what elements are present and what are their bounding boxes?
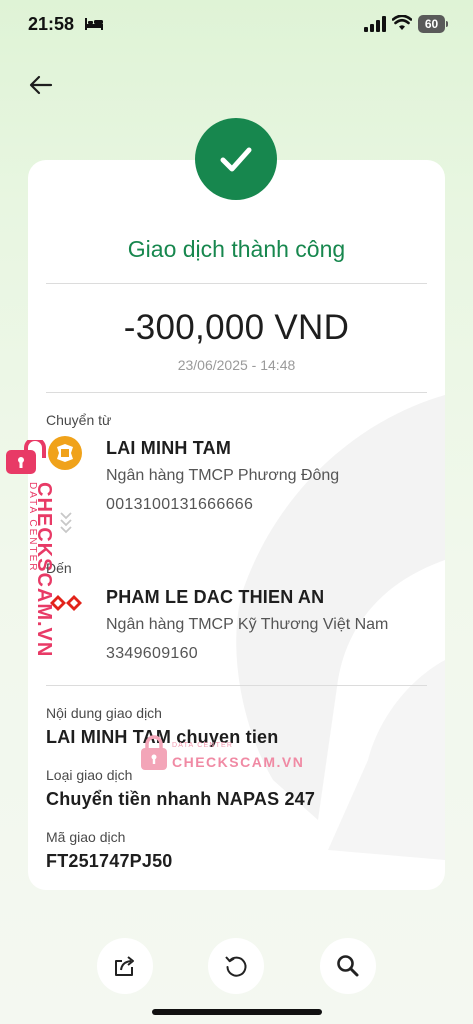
- code-value: FT251747PJ50: [46, 851, 173, 871]
- ocb-bank-logo-icon: [48, 436, 82, 470]
- code-label: Mã giao dịch: [46, 829, 126, 845]
- watermark-subtitle: DATA CENTER: [27, 482, 38, 573]
- battery-icon: 60: [418, 15, 448, 33]
- divider: [46, 392, 427, 393]
- search-button[interactable]: [320, 938, 376, 994]
- battery-tip: [446, 21, 448, 27]
- recipient-bank: Ngân hàng TMCP Kỹ Thương Việt Nam: [106, 616, 389, 633]
- back-arrow-icon[interactable]: [26, 70, 56, 100]
- sender-name: LAI MINH TAM: [106, 438, 232, 458]
- watermark-lock-icon: [141, 735, 167, 770]
- content-label: Nội dung giao dịch: [46, 705, 162, 721]
- share-icon: [115, 956, 134, 976]
- type-value: Chuyển tiền nhanh NAPAS 247: [46, 789, 316, 809]
- checkmark-icon: [220, 147, 252, 172]
- repeat-transaction-button[interactable]: [208, 938, 264, 994]
- watermark-brand: CHECKSCAM.VN: [172, 754, 305, 770]
- success-badge: [195, 118, 277, 200]
- recipient-account: 3349609160: [106, 645, 198, 662]
- sender-label: Chuyển từ: [46, 412, 112, 428]
- home-indicator[interactable]: [152, 1009, 322, 1015]
- status-bar: 21:58 60: [0, 0, 473, 50]
- repeat-icon: [225, 956, 247, 977]
- recipient-name: PHAM LE DAC THIEN AN: [106, 587, 325, 607]
- type-label: Loại giao dịch: [46, 767, 133, 783]
- search-icon: [337, 955, 359, 977]
- sender-account: 0013100131666666: [106, 496, 254, 513]
- bed-icon: [85, 18, 103, 30]
- watermark-subtitle: DATA CENTER: [172, 742, 234, 749]
- transaction-status-title: Giao dịch thành công: [127, 236, 346, 262]
- divider: [46, 685, 427, 686]
- signal-icon: [364, 16, 386, 32]
- divider: [46, 283, 427, 284]
- status-time: 21:58: [28, 14, 75, 34]
- sender-bank: Ngân hàng TMCP Phương Đông: [106, 467, 340, 484]
- transaction-amount: -300,000 VND: [123, 308, 350, 347]
- wifi-icon: [392, 15, 412, 30]
- battery-level: 60: [418, 15, 445, 33]
- chevrons-down-icon: [60, 512, 72, 534]
- share-button[interactable]: [97, 938, 153, 994]
- watermark-lock-icon: [6, 440, 46, 474]
- transaction-datetime: 23/06/2025 - 14:48: [177, 357, 296, 373]
